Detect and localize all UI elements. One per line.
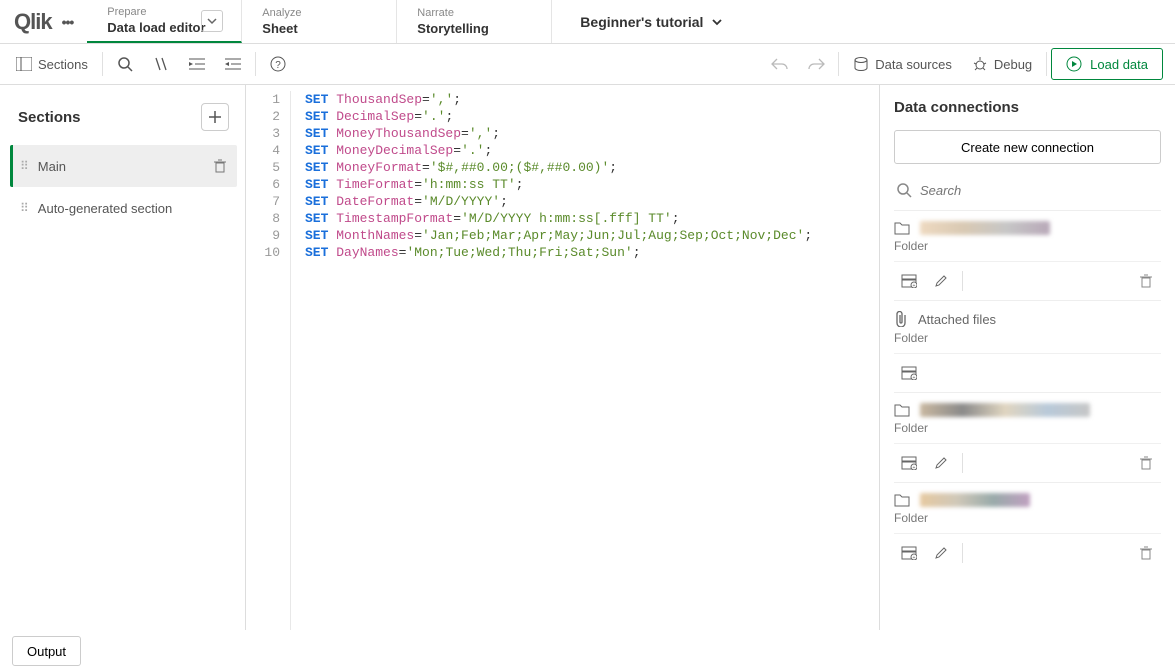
connection-header[interactable] (894, 403, 1161, 417)
logo: Qlik ••• (0, 0, 87, 43)
connection-actions: + (894, 353, 1161, 386)
sections-toggle[interactable]: Sections (6, 48, 98, 80)
connection-type: Folder (894, 511, 1161, 525)
data-sources-label: Data sources (875, 57, 952, 72)
section-label: Auto-generated section (38, 201, 172, 216)
separator (838, 52, 839, 76)
select-data-icon[interactable]: + (894, 268, 924, 294)
select-data-icon[interactable]: + (894, 360, 924, 386)
drag-icon[interactable]: ⠿ (20, 201, 28, 215)
attachment-icon (894, 311, 908, 327)
nav-analyze[interactable]: Analyze Sheet (242, 0, 397, 43)
data-sources-button[interactable]: Data sources (843, 48, 962, 80)
drag-icon[interactable]: ⠿ (20, 159, 28, 173)
line-gutter: 12345678910 (246, 91, 291, 630)
connections-title: Data connections (894, 99, 1161, 116)
create-connection-button[interactable]: Create new connection (894, 130, 1161, 164)
connection-name-redacted (920, 221, 1050, 235)
svg-text:+: + (913, 283, 916, 288)
edit-icon[interactable] (926, 268, 956, 294)
sections-label: Sections (38, 57, 88, 72)
connection-type: Folder (894, 331, 1161, 345)
outdent-icon[interactable] (215, 48, 251, 80)
connection-name-redacted (920, 403, 1090, 417)
toolbar: Sections ? Data sources Debug Load data (0, 44, 1175, 85)
nav-prepare[interactable]: Prepare Data load editor (87, 0, 242, 43)
search-icon[interactable] (107, 48, 143, 80)
code-editor[interactable]: 12345678910 SET ThousandSep=',';SET Deci… (246, 85, 880, 630)
connection-header[interactable] (894, 221, 1161, 235)
connection-actions: + (894, 443, 1161, 476)
delete-icon[interactable] (1131, 450, 1161, 476)
connection-type: Folder (894, 239, 1161, 253)
code-content[interactable]: SET ThousandSep=',';SET DecimalSep='.';S… (291, 91, 812, 630)
sections-panel: Sections ⠿ Main ⠿ Auto-generated section (0, 85, 246, 630)
redo-icon[interactable] (798, 48, 834, 80)
indent-icon[interactable] (179, 48, 215, 80)
svg-text:+: + (913, 465, 916, 470)
connection-name-redacted (920, 493, 1030, 507)
chevron-down-icon (711, 16, 723, 28)
svg-text:?: ? (275, 60, 281, 71)
connection-item: Folder + (894, 210, 1161, 300)
connection-actions: + (894, 261, 1161, 294)
nav-sub-label: Analyze (262, 7, 376, 19)
logo-text: Qlik (14, 9, 52, 35)
connection-header[interactable] (894, 493, 1161, 507)
section-item-main[interactable]: ⠿ Main (10, 145, 237, 187)
connection-item: Attached files Folder + (894, 300, 1161, 392)
edit-icon[interactable] (926, 540, 956, 566)
connection-name: Attached files (918, 312, 996, 327)
connection-type: Folder (894, 421, 1161, 435)
nav-main-label: Storytelling (417, 21, 531, 36)
top-bar: Qlik ••• Prepare Data load editor Analyz… (0, 0, 1175, 44)
select-data-icon[interactable]: + (894, 450, 924, 476)
output-button[interactable]: Output (12, 636, 81, 666)
app-title-text: Beginner's tutorial (580, 14, 703, 30)
delete-icon[interactable] (213, 159, 227, 173)
nav-sub-label: Narrate (417, 7, 531, 19)
chevron-down-icon[interactable] (201, 10, 223, 32)
load-label: Load data (1090, 57, 1148, 72)
separator (1046, 52, 1047, 76)
sections-title: Sections (18, 109, 81, 126)
connection-header[interactable]: Attached files (894, 311, 1161, 327)
connections-panel: Data connections Create new connection F… (880, 85, 1175, 630)
edit-icon[interactable] (926, 450, 956, 476)
connections-search[interactable] (894, 178, 1161, 202)
undo-icon[interactable] (762, 48, 798, 80)
help-icon[interactable]: ? (260, 48, 296, 80)
nav-main-label: Sheet (262, 21, 376, 36)
folder-icon (894, 403, 910, 417)
nav-narrate[interactable]: Narrate Storytelling (397, 0, 552, 43)
separator (255, 52, 256, 76)
more-icon[interactable]: ••• (62, 14, 74, 30)
folder-icon (894, 493, 910, 507)
load-data-button[interactable]: Load data (1051, 48, 1163, 80)
debug-label: Debug (994, 57, 1032, 72)
search-input[interactable] (920, 183, 1159, 198)
search-icon (896, 182, 912, 198)
section-item-auto[interactable]: ⠿ Auto-generated section (10, 187, 237, 229)
connection-actions: + (894, 533, 1161, 566)
bottom-bar: Output (0, 630, 1175, 672)
app-title[interactable]: Beginner's tutorial (552, 0, 751, 43)
folder-icon (894, 221, 910, 235)
delete-icon[interactable] (1131, 268, 1161, 294)
delete-icon[interactable] (1131, 540, 1161, 566)
comment-icon[interactable] (143, 48, 179, 80)
separator (102, 52, 103, 76)
connection-item: Folder + (894, 482, 1161, 572)
section-label: Main (38, 159, 66, 174)
main: Sections ⠿ Main ⠿ Auto-generated section… (0, 85, 1175, 630)
debug-button[interactable]: Debug (962, 48, 1042, 80)
select-data-icon[interactable]: + (894, 540, 924, 566)
svg-text:+: + (913, 375, 916, 380)
add-section-button[interactable] (201, 103, 229, 131)
svg-text:+: + (913, 555, 916, 560)
connection-item: Folder + (894, 392, 1161, 482)
